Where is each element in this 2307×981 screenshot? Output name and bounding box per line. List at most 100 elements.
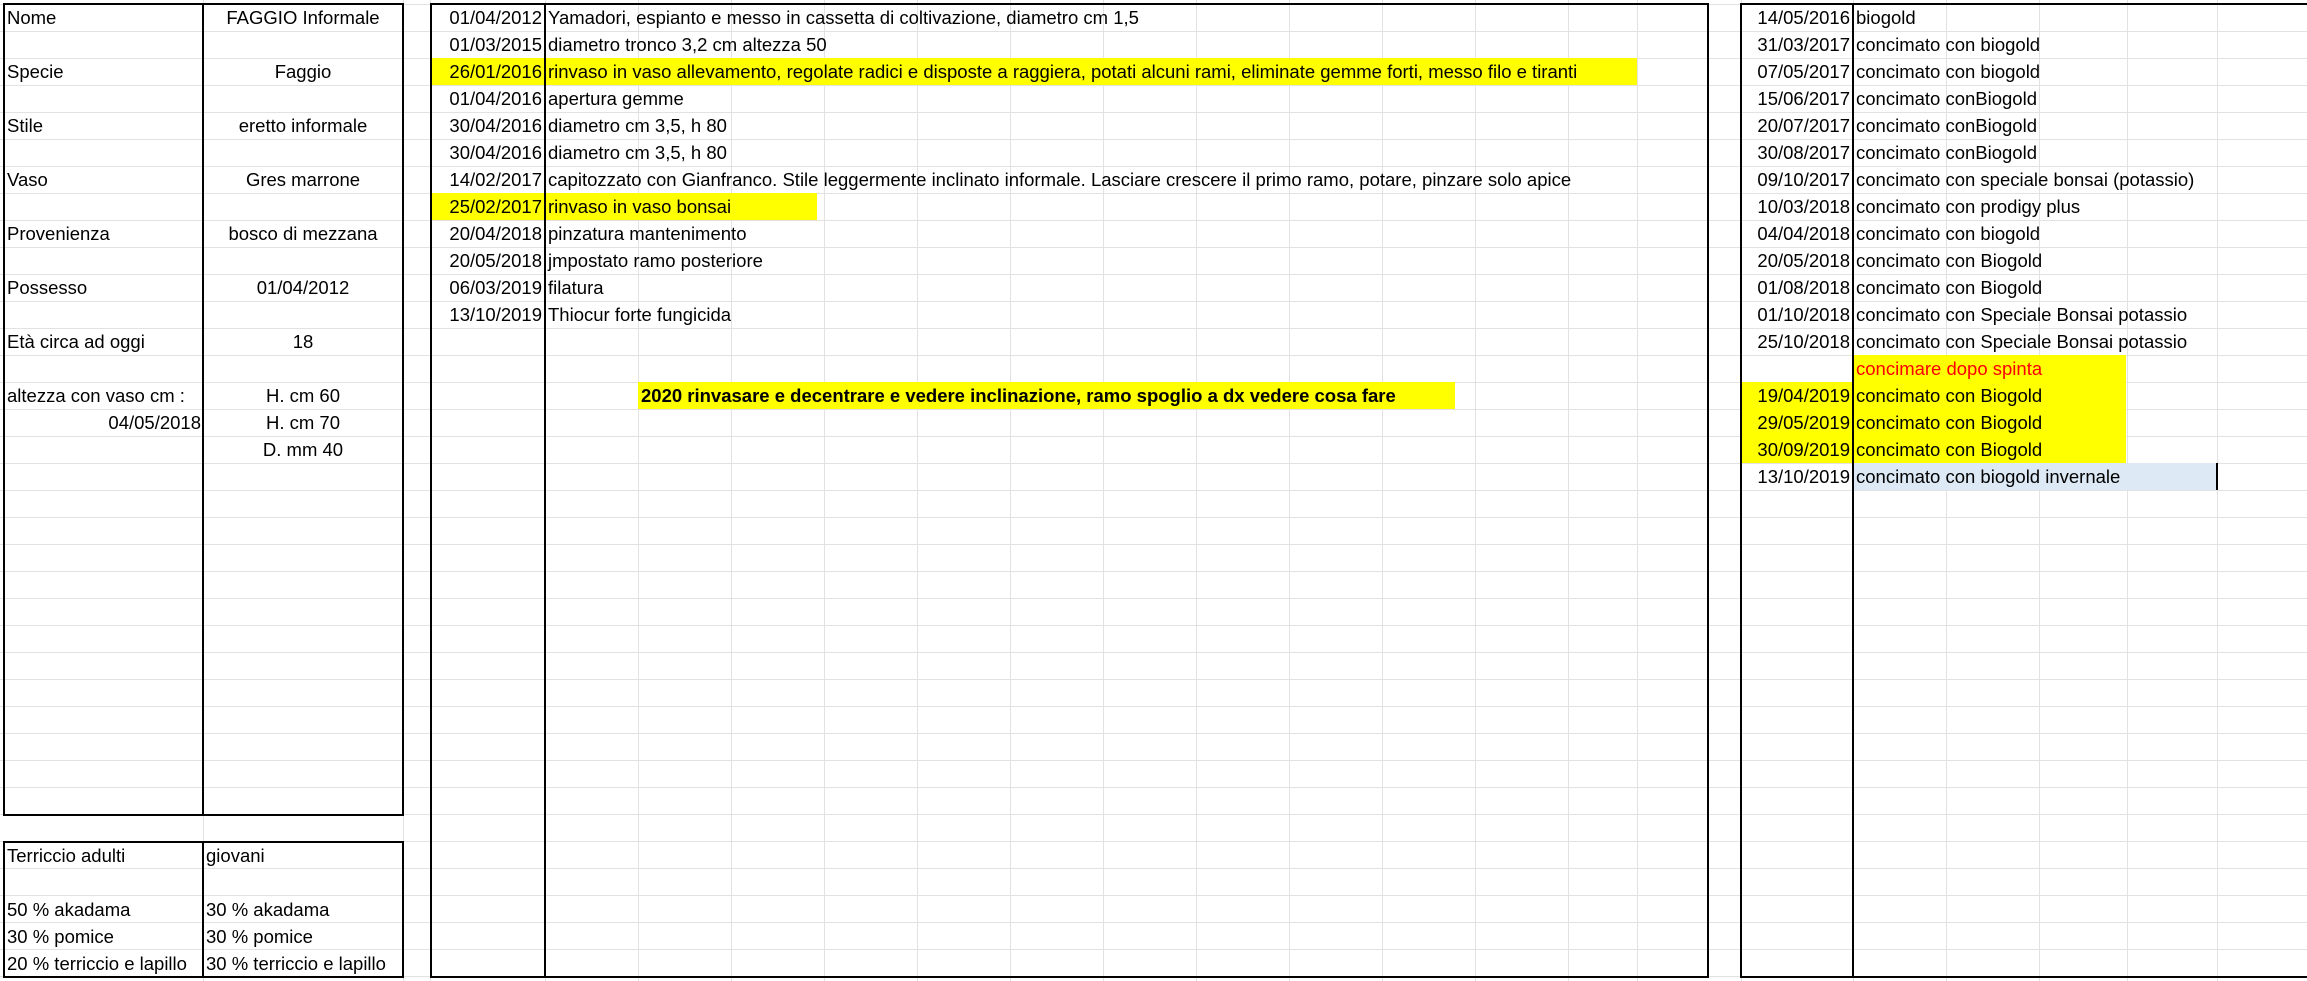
history-text: pinzatura mantenimento: [548, 223, 747, 244]
fertilizer-text: concimato con Biogold: [1856, 385, 2043, 406]
fertilizer-date: 14/05/2016: [1757, 7, 1850, 28]
gridline: [0, 733, 2307, 734]
fertilizer-date: [1742, 355, 1850, 382]
soil-adults: 30 % pomice: [7, 926, 114, 947]
info-value: Faggio: [274, 61, 332, 82]
gridline: [0, 625, 2307, 626]
fertilizer-date: 04/04/2018: [1757, 223, 1850, 244]
fertilizer-text: concimato con Biogold: [1856, 412, 2043, 433]
history-date: 20/05/2018: [449, 250, 542, 271]
fertilizer-text: concimato con biogold: [1856, 223, 2041, 244]
fertilizer-date: 10/03/2018: [1757, 196, 1850, 217]
info-value: bosco di mezzana: [228, 223, 378, 244]
fertilizer-date: 07/05/2017: [1757, 61, 1850, 82]
border: [1740, 976, 2307, 978]
history-text: diametro cm 3,5, h 80: [548, 142, 727, 163]
fertilizer-date: 30/09/2019: [1757, 439, 1850, 460]
fertilizer-date: 31/03/2017: [1757, 34, 1850, 55]
gridline: [0, 760, 2307, 761]
fertilizer-text: concimato con biogold invernale: [1856, 466, 2121, 487]
gridline: [0, 679, 2307, 680]
history-text: Thiocur forte fungicida: [548, 304, 732, 325]
fertilizer-date: 30/08/2017: [1757, 142, 1850, 163]
fertilizer-text: concimato con speciale bonsai (potassio): [1856, 169, 2195, 190]
info-label: Possesso: [7, 277, 88, 298]
diameter-value: D. mm 40: [262, 439, 344, 460]
height-value: H. cm 60: [265, 385, 341, 406]
history-date: 01/03/2015: [449, 34, 542, 55]
history-date: 26/01/2016: [449, 61, 542, 82]
history-text: rinvaso in vaso allevamento, regolate ra…: [548, 61, 1578, 82]
info-label: Età circa ad oggi: [7, 331, 145, 352]
border: [1707, 3, 1709, 978]
fertilizer-date: 01/10/2018: [1757, 304, 1850, 325]
history-text: rinvaso in vaso bonsai: [548, 196, 732, 217]
gridline: [0, 598, 2307, 599]
border: [3, 3, 5, 816]
fertilizer-text: concimato con Biogold: [1856, 277, 2043, 298]
height-value: H. cm 70: [265, 412, 341, 433]
gridline: [0, 544, 2307, 545]
soil-adults: 20 % terriccio e lapillo: [7, 953, 187, 974]
fertilizer-text: concimato con biogold: [1856, 34, 2041, 55]
fertilizer-text: concimato con Biogold: [1856, 439, 2043, 460]
gridline: [0, 517, 2307, 518]
history-text: Yamadori, espianto e messo in cassetta d…: [548, 7, 1139, 28]
fertilizer-text: biogold: [1856, 7, 1916, 28]
border: [202, 841, 204, 978]
info-label: Nome: [7, 7, 57, 28]
fertilizer-date: 19/04/2019: [1757, 385, 1850, 406]
border: [3, 841, 5, 978]
fertilizer-date: 25/10/2018: [1757, 331, 1850, 352]
info-value: FAGGIO Informale: [226, 7, 380, 28]
fertilizer-text: concimato con biogold: [1856, 61, 2041, 82]
info-value: eretto informale: [238, 115, 368, 136]
spreadsheet: Nome FAGGIO Informale Specie Faggio Stil…: [0, 0, 2307, 981]
fertilizer-date: 20/05/2018: [1757, 250, 1850, 271]
soil-young: 30 % akadama: [206, 899, 330, 920]
info-value: 18: [292, 331, 314, 352]
soil-adults: 50 % akadama: [7, 899, 131, 920]
history-text: diametro cm 3,5, h 80: [548, 115, 727, 136]
gridline: [0, 787, 2307, 788]
height-date: 04/05/2018: [108, 412, 201, 433]
history-date: 01/04/2016: [449, 88, 542, 109]
info-label: Stile: [7, 115, 43, 136]
gridline: [0, 652, 2307, 653]
history-date: 20/04/2018: [449, 223, 542, 244]
info-label: Specie: [7, 61, 64, 82]
fertilizer-text: concimato conBiogold: [1856, 88, 2037, 109]
fertilizer-text: concimato con Speciale Bonsai potassio: [1856, 331, 2188, 352]
fertilizer-date: 29/05/2019: [1757, 412, 1850, 433]
history-date: 06/03/2019: [449, 277, 542, 298]
gridline: [0, 490, 2307, 491]
history-date: 01/04/2012: [449, 7, 542, 28]
gridline: [0, 571, 2307, 572]
history-note: 2020 rinvasare e decentrare e vedere inc…: [641, 385, 1396, 406]
fertilizer-date: 01/08/2018: [1757, 277, 1850, 298]
border: [544, 3, 546, 978]
fertilizer-text: concimato conBiogold: [1856, 142, 2037, 163]
fertilizer-reminder: concimare dopo spinta: [1856, 358, 2043, 379]
gridline: [0, 706, 2307, 707]
info-value: Gres marrone: [245, 169, 361, 190]
soil-young: 30 % pomice: [206, 926, 313, 947]
height-label: altezza con vaso cm :: [7, 385, 185, 406]
fertilizer-text: concimato conBiogold: [1856, 115, 2037, 136]
fertilizer-text: concimato con Biogold: [1856, 250, 2043, 271]
fertilizer-text: concimato con Speciale Bonsai potassio: [1856, 304, 2188, 325]
border: [402, 3, 404, 816]
history-date: 13/10/2019: [449, 304, 542, 325]
fertilizer-date: 15/06/2017: [1757, 88, 1850, 109]
info-label: Vaso: [7, 169, 48, 190]
history-date: 14/02/2017: [449, 169, 542, 190]
border: [402, 841, 404, 978]
fertilizer-date: 20/07/2017: [1757, 115, 1850, 136]
border: [430, 976, 1709, 978]
info-label: Provenienza: [7, 223, 110, 244]
history-text: diametro tronco 3,2 cm altezza 50: [548, 34, 827, 55]
history-text: jmpostato ramo posteriore: [548, 250, 763, 271]
history-date: 30/04/2016: [449, 115, 542, 136]
border: [1852, 3, 1854, 978]
history-text: apertura gemme: [548, 88, 684, 109]
